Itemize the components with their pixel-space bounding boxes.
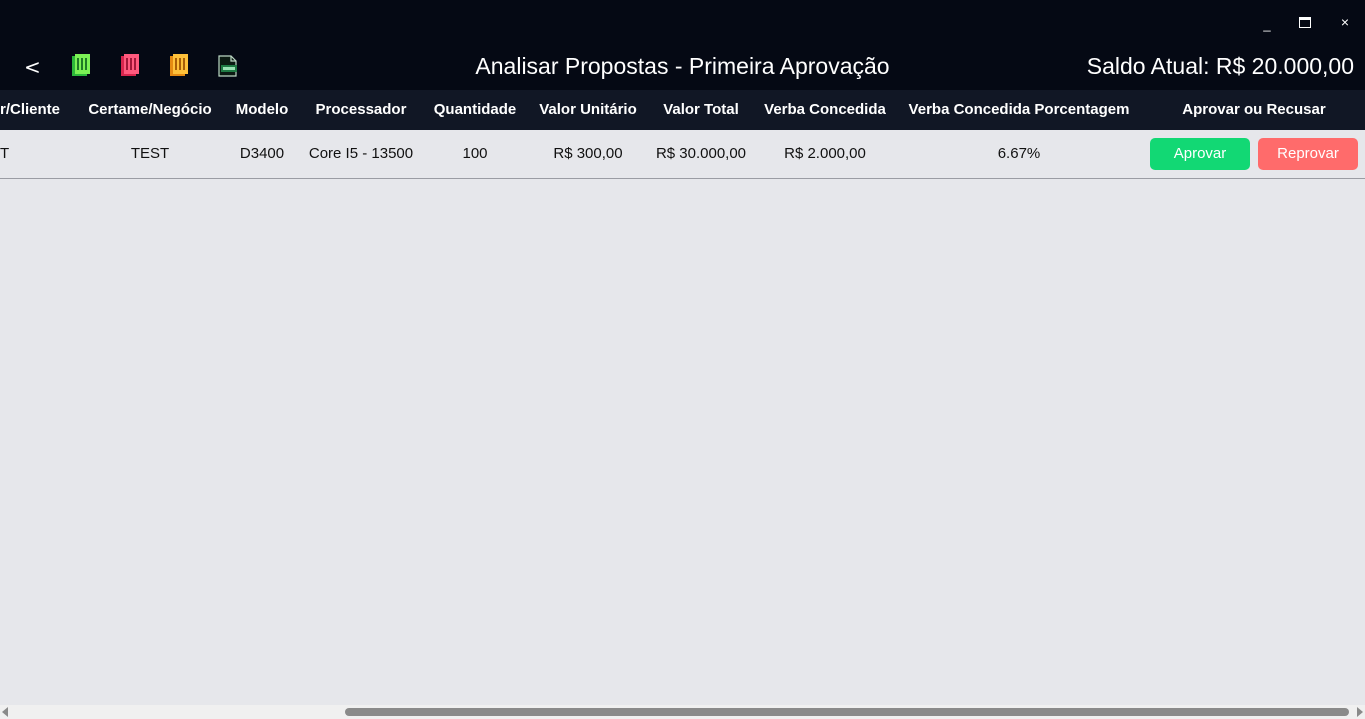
scrollbar-thumb[interactable] bbox=[345, 708, 1349, 716]
approve-button[interactable]: Aprovar bbox=[1150, 138, 1250, 170]
cell-certame: TEST bbox=[130, 145, 170, 162]
back-button[interactable]: < bbox=[24, 55, 42, 79]
xlsx-export-icon[interactable] bbox=[214, 53, 240, 79]
column-header-quantidade[interactable]: Quantidade bbox=[426, 90, 524, 130]
column-header-verba-concedida[interactable]: Verba Concedida bbox=[758, 90, 892, 130]
orange-document-icon[interactable] bbox=[166, 53, 192, 79]
current-balance: Saldo Atual: R$ 20.000,00 bbox=[1086, 53, 1354, 79]
cell-processador: Core I5 - 13500 bbox=[308, 145, 414, 162]
column-header-cliente[interactable]: r/Cliente bbox=[0, 90, 68, 130]
cell-valor-unitario: R$ 300,00 bbox=[553, 145, 623, 162]
cell-verba-concedida: R$ 2.000,00 bbox=[784, 145, 866, 162]
minimize-button[interactable]: _ bbox=[1255, 12, 1279, 36]
column-header-certame[interactable]: Certame/Negócio bbox=[80, 90, 220, 130]
column-header-processador[interactable]: Processador bbox=[301, 90, 421, 130]
maximize-button[interactable] bbox=[1293, 10, 1317, 34]
cell-valor-total: R$ 30.000,00 bbox=[655, 145, 747, 162]
column-header-valor-unitario[interactable]: Valor Unitário bbox=[530, 90, 646, 130]
column-header-valor-total[interactable]: Valor Total bbox=[650, 90, 752, 130]
red-document-icon[interactable] bbox=[117, 53, 143, 79]
column-header-aprovar-recusar[interactable]: Aprovar ou Recusar bbox=[1150, 90, 1358, 130]
cell-verba-porcentagem: 6.67% bbox=[997, 145, 1041, 162]
green-document-icon[interactable] bbox=[68, 53, 94, 79]
column-header-modelo[interactable]: Modelo bbox=[226, 90, 298, 130]
scroll-left-arrow-icon[interactable] bbox=[2, 707, 8, 717]
cell-quantidade: 100 bbox=[462, 145, 488, 162]
scroll-right-arrow-icon[interactable] bbox=[1357, 707, 1363, 717]
table-row: T TEST D3400 Core I5 - 13500 100 R$ 300,… bbox=[0, 130, 1365, 179]
reject-button[interactable]: Reprovar bbox=[1258, 138, 1358, 170]
cell-cliente: T bbox=[0, 145, 10, 162]
page-title: Analisar Propostas - Primeira Aprovação bbox=[475, 53, 890, 79]
column-header-verba-porcentagem[interactable]: Verba Concedida Porcentagem bbox=[898, 90, 1140, 130]
maximize-icon bbox=[1299, 16, 1311, 28]
horizontal-scrollbar[interactable] bbox=[0, 705, 1365, 719]
table-header: r/Cliente Certame/Negócio Modelo Process… bbox=[0, 90, 1365, 130]
cell-modelo: D3400 bbox=[239, 145, 285, 162]
close-button[interactable]: × bbox=[1333, 10, 1357, 34]
